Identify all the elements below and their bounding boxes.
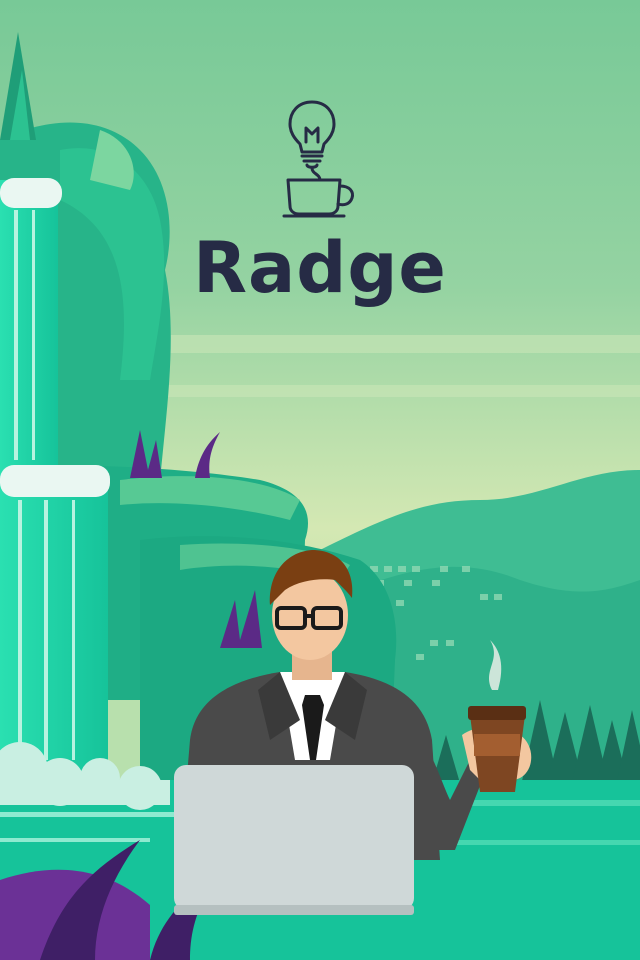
laptop-illustration xyxy=(174,765,414,915)
app-title: Radge xyxy=(193,227,447,309)
lightbulb-coffee-cup-icon xyxy=(282,100,354,218)
splash-screen: Radge xyxy=(0,0,640,960)
